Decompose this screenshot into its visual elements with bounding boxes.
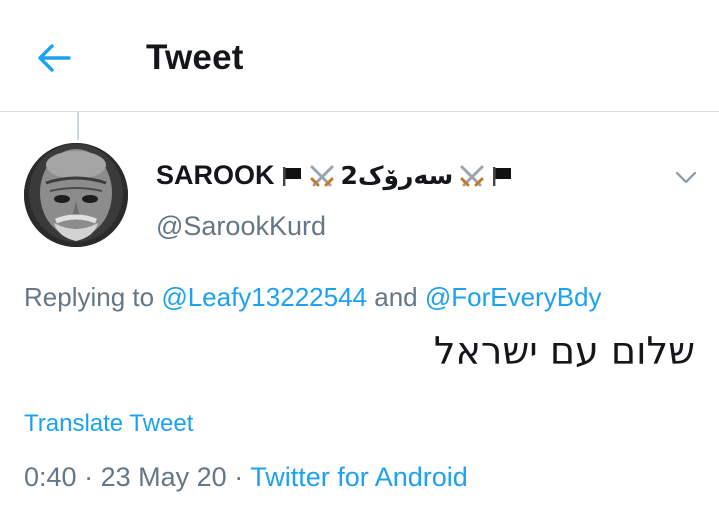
- author-name-suffix: 2سەرۆک: [340, 161, 454, 190]
- back-button[interactable]: [30, 36, 78, 80]
- black-flag-icon: [493, 166, 512, 186]
- tweet-date: 23 May 20: [100, 462, 227, 492]
- black-flag-icon: [282, 166, 301, 186]
- author-avatar[interactable]: [24, 143, 128, 247]
- arrow-left-icon: [38, 44, 71, 72]
- mention-link[interactable]: @Leafy13222544: [161, 282, 367, 312]
- author-name-row[interactable]: SAROOK 2سەرۆک: [156, 160, 513, 191]
- author-handle[interactable]: @SarookKurd: [156, 211, 326, 242]
- tweet-metadata: 0:40 · 23 May 20 · Twitter for Android: [24, 462, 468, 493]
- replying-to-label: Replying to: [24, 282, 155, 312]
- tweet-time: 0:40: [24, 462, 77, 492]
- translate-tweet-link[interactable]: Translate Tweet: [24, 410, 193, 438]
- tweet-source-link[interactable]: Twitter for Android: [250, 462, 468, 492]
- tweet-options-button[interactable]: [668, 160, 704, 196]
- chevron-down-icon: [675, 171, 697, 184]
- avatar-portrait-image: [24, 143, 128, 247]
- meta-separator: ·: [234, 462, 244, 492]
- crossed-swords-icon: [310, 165, 334, 186]
- page-title: Tweet: [146, 38, 244, 77]
- thread-connector-line: [77, 112, 79, 140]
- tweet-text: שלום עם ישראל: [433, 329, 695, 373]
- mention-link[interactable]: @ForEveryBdy: [425, 282, 602, 312]
- crossed-swords-icon: [460, 165, 484, 186]
- meta-separator: ·: [84, 462, 94, 492]
- tweet-detail-screen: Tweet SAROOK 2سەرۆک @SarookKurd Replying…: [0, 0, 719, 519]
- top-app-bar: Tweet: [0, 0, 719, 112]
- replying-to-line: Replying to @Leafy13222544 and @ForEvery…: [24, 282, 602, 313]
- author-display-name: SAROOK: [156, 160, 275, 190]
- replying-to-connector: and: [374, 282, 418, 312]
